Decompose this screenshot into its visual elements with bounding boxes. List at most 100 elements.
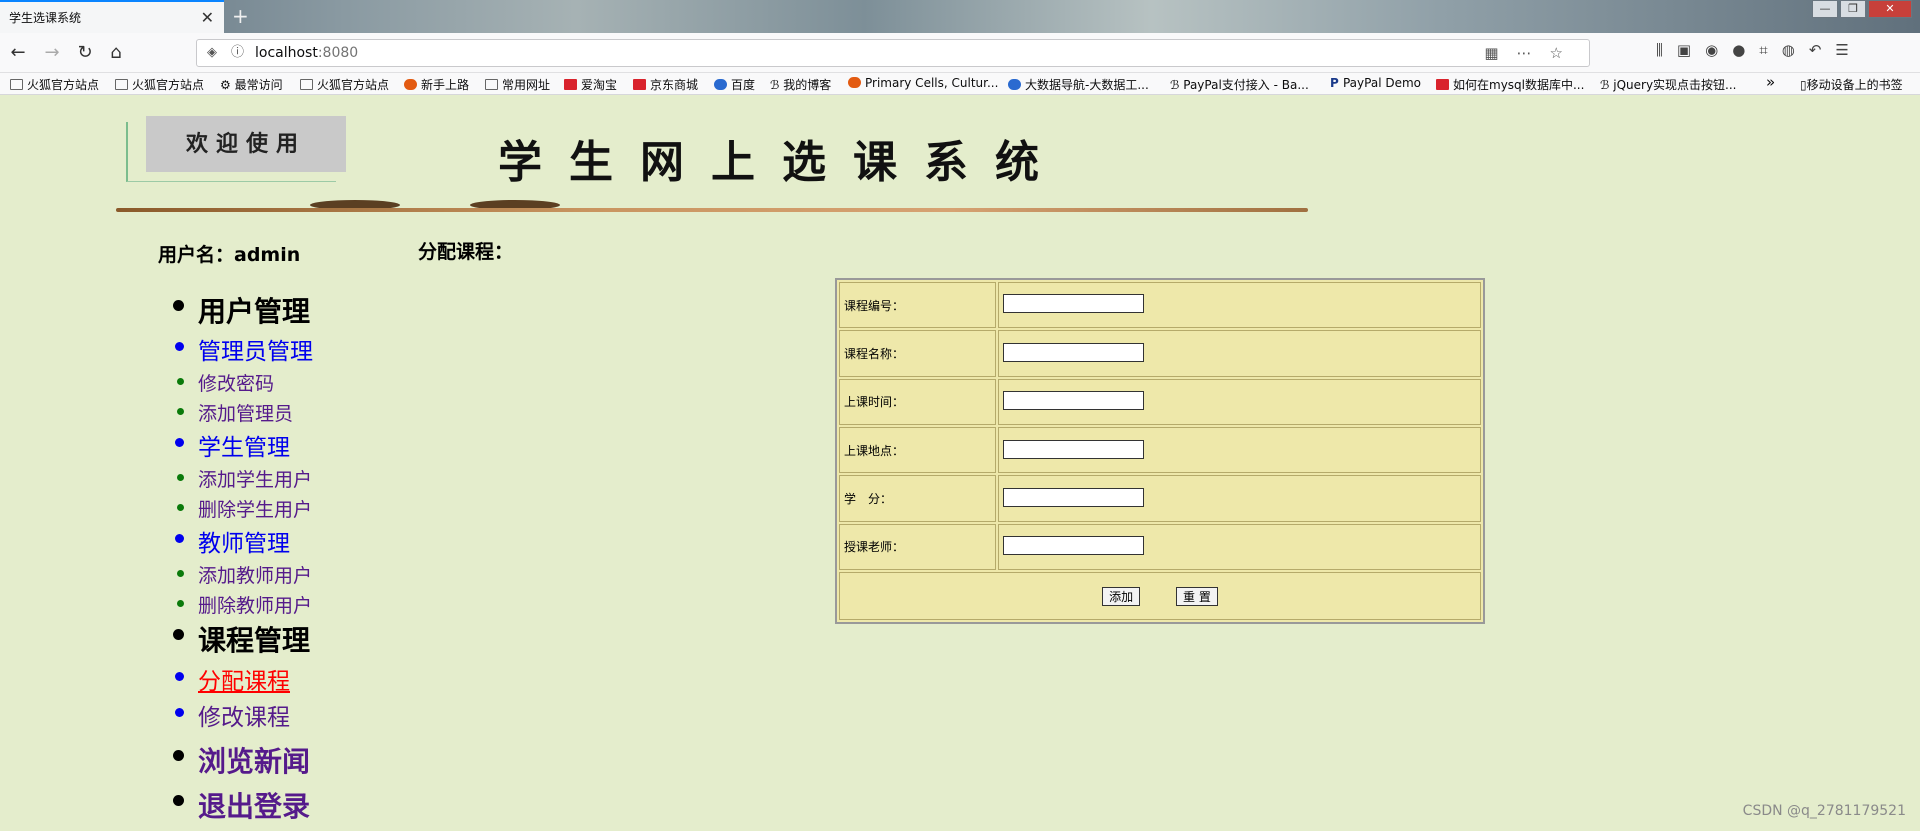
site-info-icon[interactable]: ⓘ [231,40,244,66]
screenshot-icon[interactable]: ⌗ [1759,41,1781,59]
bullet-icon [175,672,184,681]
bookmark-item[interactable]: ℬ 我的博客 [770,76,831,93]
class-time-input[interactable] [1003,391,1144,411]
paypal-icon: P [1330,76,1343,90]
form-row-credits: 学 分： [839,475,1481,522]
class-location-input[interactable] [1003,439,1144,459]
course-id-input[interactable] [1003,294,1144,314]
reset-button[interactable]: 重 置 [1176,586,1218,606]
close-tab-icon[interactable]: ✕ [201,8,214,27]
bullet-icon [177,570,184,577]
bookmark-item[interactable]: ℬ PayPal支付接入 - Ba... [1170,76,1309,93]
bookmark-item[interactable]: ℬ jQuery实现点击按钮... [1600,76,1737,93]
blog-icon: ℬ [770,78,784,92]
jd-icon [633,79,646,90]
sidebar-icon[interactable]: ▣ [1677,41,1705,59]
bookmark-item[interactable]: 新手上路 [404,76,469,93]
site-icon: ℬ [1170,78,1184,92]
credits-input[interactable] [1003,487,1144,507]
folder-icon [300,79,313,90]
field-label: 上课时间： [839,378,996,426]
firefox-icon [404,79,417,90]
site-icon [1008,79,1021,90]
browser-tab-bar: 学生选课系统 ✕ + — ❐ ✕ [0,0,1920,33]
field-label: 课程编号： [839,282,996,329]
undo-icon[interactable]: ↶ [1809,41,1836,59]
field-cell [998,475,1481,522]
bullet-icon [177,474,184,481]
bullet-icon [173,300,184,311]
bookmark-item[interactable]: 火狐官方站点 [10,76,99,93]
forward-arrow-icon[interactable]: → [40,41,64,65]
field-label: 课程名称： [839,330,996,377]
field-label: 上课地点： [839,427,996,474]
folder-icon [485,79,498,90]
bookmark-item[interactable]: 火狐官方站点 [300,76,389,93]
home-icon[interactable]: ⌂ [104,41,128,65]
form-row-course-name: 课程名称： [839,330,1481,377]
url-bar[interactable]: ◈ ⓘ localhost:8080 ▦⋯☆ [196,39,1590,67]
more-actions-icon[interactable]: ⋯ [1517,44,1550,62]
form-actions: 添加 重 置 [839,572,1481,620]
bookmark-item[interactable]: 如何在mysql数据库中... [1436,76,1584,93]
account-icon[interactable]: ◉ [1705,41,1732,59]
form-row-course-id: 课程编号： [839,282,1481,329]
menu-icon[interactable]: ☰ [1835,41,1862,59]
shield-icon[interactable]: ◈ [207,40,217,66]
add-button[interactable]: 添加 [1102,586,1141,606]
bullet-icon [173,750,184,761]
mobile-icon: ▯ [1800,78,1807,92]
bullet-icon [177,408,184,415]
field-cell [998,523,1481,571]
form-row-class-time: 上课时间： [839,378,1481,426]
watermark: CSDN @q_2781179521 [1742,803,1906,819]
field-label: 授课老师： [839,523,996,571]
url-host: localhost [255,45,318,61]
field-cell [998,378,1481,426]
toolbar-icons: ⫼▣◉●⌗◍↶☰ [1656,41,1863,59]
baidu-icon [714,79,727,90]
bookmark-item[interactable]: 爱淘宝 [564,76,617,93]
course-name-input[interactable] [1003,342,1144,362]
qr-code-icon[interactable]: ▦ [1484,44,1516,62]
bookmark-item[interactable]: P PayPal Demo [1330,76,1421,90]
bullet-icon [175,708,184,717]
window-close-icon[interactable]: ✕ [1868,0,1912,18]
mobile-bookmarks[interactable]: ▯移动设备上的书签 [1800,76,1903,93]
form-row-actions: 添加 重 置 [839,572,1481,620]
bullet-icon [173,629,184,640]
url-port: :8080 [317,45,359,61]
bookmark-item[interactable]: Primary Cells, Cultur... [848,76,998,90]
browser-nav-bar: ← → ↻ ⌂ ◈ ⓘ localhost:8080 ▦⋯☆ ⫼▣◉●⌗◍↶☰ [0,33,1920,73]
bullet-icon [175,534,184,543]
tab-title: 学生选课系统 [9,11,82,25]
bookmarks-toolbar: 火狐官方站点 火狐官方站点 ⚙ 最常访问 火狐官方站点 新手上路 常用网址 爱淘… [0,73,1920,95]
bookmark-star-icon[interactable]: ☆ [1550,44,1581,62]
site-icon [848,77,861,88]
page-content: 欢迎使用 学生网上选课系统 用户名：admin 分配课程： 用户管理 管理员管理… [0,96,1920,831]
bookmark-item[interactable]: 大数据导航-大数据工... [1008,76,1149,93]
bookmark-item[interactable]: 常用网址 [485,76,550,93]
taobao-icon [564,79,577,90]
browser-tab[interactable]: 学生选课系统 ✕ [0,0,224,33]
teacher-input[interactable] [1003,536,1144,556]
maximize-icon[interactable]: ❐ [1840,0,1866,18]
sync-icon[interactable]: ● [1732,41,1759,59]
minimize-icon[interactable]: — [1812,0,1838,18]
field-cell [998,282,1481,329]
bookmark-item[interactable]: ⚙ 最常访问 [220,76,283,93]
bookmark-item[interactable]: 火狐官方站点 [115,76,204,93]
library-icon[interactable]: ⫼ [1656,41,1677,59]
back-arrow-icon[interactable]: ← [6,41,30,65]
form-row-class-location: 上课地点： [839,427,1481,474]
bullet-icon [177,504,184,511]
bookmarks-overflow-icon[interactable]: » [1766,73,1775,91]
bookmark-item[interactable]: 百度 [714,76,755,93]
reload-icon[interactable]: ↻ [73,41,97,65]
course-form-table: 课程编号： 课程名称： 上课时间： 上课地点： 学 分： 授课老师： 添加 重 … [835,278,1485,624]
bullet-icon [177,600,184,607]
bookmark-item[interactable]: 京东商城 [633,76,698,93]
new-tab-button[interactable]: + [232,4,249,28]
chat-icon[interactable]: ◍ [1782,41,1809,59]
bullet-icon [177,378,184,385]
